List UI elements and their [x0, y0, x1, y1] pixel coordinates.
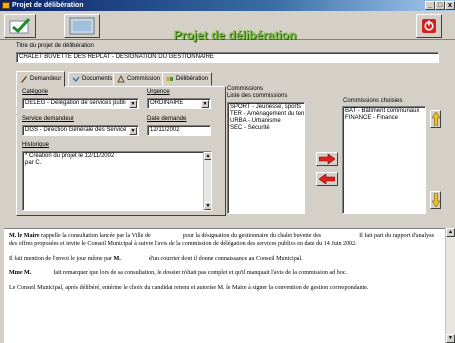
urgence-label: Urgence — [147, 89, 170, 95]
list-item[interactable]: TER - Aménagement du territoi — [230, 111, 304, 118]
commissions-chosen-list[interactable]: BAT - Bâtiment communaux FINANCE - Finan… — [342, 106, 426, 214]
categorie-select[interactable]: DELEG - Délégation de services publi ▼ — [22, 98, 139, 109]
list-item[interactable]: FINANCE - Finance — [345, 115, 423, 122]
deliberation-text[interactable]: M. le Maire rappelle la consultation lan… — [4, 228, 455, 343]
window-title: Projet de délibération — [12, 2, 84, 9]
preview-button[interactable] — [64, 14, 100, 38]
service-select[interactable]: DGS - Direction Générale des Service ▼ — [22, 125, 139, 136]
commissions-group-label: Commissions — [227, 86, 264, 92]
arrow-left-icon — [319, 174, 335, 184]
paragraph: Le Conseil Municipal, après délibéré, en… — [9, 284, 369, 291]
document-scrollbar[interactable]: ▲ ▼ — [445, 228, 455, 343]
historique-line: par C. — [25, 160, 42, 166]
pen-icon — [21, 76, 27, 83]
urgence-select[interactable]: ORDINAIRE ▼ — [147, 98, 211, 109]
add-commission-button[interactable] — [316, 152, 338, 166]
remove-commission-button[interactable] — [316, 172, 338, 186]
toolbar: Projet de délibération — [0, 11, 455, 42]
list-item[interactable]: SPORT - Jeunesse, sports — [230, 104, 302, 111]
app-icon — [2, 2, 10, 9]
list-item[interactable]: SEC - Sécurité — [230, 125, 302, 132]
service-label: Service demandeur — [22, 116, 75, 122]
arrow-up-icon — [431, 112, 440, 126]
tab-demandeur[interactable]: Demandeur — [16, 71, 66, 87]
screen-icon — [69, 17, 95, 35]
commission-icon — [117, 75, 125, 83]
historique-scrollbar[interactable]: ▲ ▼ — [203, 152, 211, 210]
checkmark-icon — [9, 18, 31, 34]
move-up-button[interactable] — [430, 110, 441, 128]
tab-commission[interactable]: Commission — [113, 72, 165, 86]
chevron-down-icon[interactable]: ▼ — [129, 100, 137, 108]
chevron-down-icon[interactable]: ▼ — [201, 100, 209, 108]
scroll-up-icon[interactable]: ▲ — [204, 152, 211, 160]
page-heading: Projet de délibération — [173, 28, 297, 42]
date-label: Date demande — [147, 116, 187, 122]
paragraph: M. le Maire rappelle la consultation lan… — [9, 233, 435, 248]
minimize-button[interactable]: _ — [425, 1, 435, 10]
commissions-list-label: Liste des commissions — [227, 93, 288, 99]
historique-line: * Création du projet le 12/11/2002 — [25, 153, 115, 159]
date-input[interactable]: 12/11/2002 — [147, 125, 211, 136]
scroll-down-icon[interactable]: ▼ — [446, 334, 455, 343]
exit-icon — [422, 19, 436, 33]
scroll-up-icon[interactable]: ▲ — [446, 228, 455, 237]
documents-icon — [72, 76, 80, 82]
categorie-label: Catégorie — [22, 89, 49, 95]
deliberation-icon — [166, 77, 173, 81]
chevron-down-icon[interactable]: ▼ — [129, 127, 137, 135]
tab-deliberation[interactable]: Délibération — [162, 72, 213, 86]
historique-textarea[interactable]: * Création du projet le 12/11/2002 par C… — [22, 151, 212, 211]
paragraph: Mme M. fait remarquer que lors de sa cons… — [9, 270, 348, 277]
historique-label: Historique — [22, 142, 50, 148]
scroll-down-icon[interactable]: ▼ — [204, 202, 211, 210]
validate-button[interactable] — [4, 14, 36, 38]
window-title-bar[interactable]: Projet de délibération _ □ x — [0, 0, 455, 11]
paragraph: Il fait mention de l'envoi le jour même … — [9, 255, 303, 262]
title-label: Titre du projet de délibération — [16, 43, 94, 49]
tab-documents[interactable]: Documents — [68, 72, 117, 86]
close-window-button[interactable]: x — [445, 1, 455, 10]
list-item[interactable]: BAT - Bâtiment communaux — [345, 108, 423, 115]
title-input[interactable]: CHALET BUVETTE DES REPLAT - DESIGNATION … — [16, 52, 439, 63]
exit-button[interactable] — [416, 14, 442, 38]
commissions-chosen-label: Commissions choisies — [343, 98, 403, 104]
arrow-right-icon — [319, 154, 335, 164]
list-item[interactable]: URBA - Urbanisme — [230, 118, 302, 125]
maximize-button[interactable]: □ — [435, 1, 445, 10]
arrow-down-icon — [431, 193, 440, 207]
commissions-list[interactable]: SPORT - Jeunesse, sports TER - Aménageme… — [227, 102, 305, 214]
move-down-button[interactable] — [430, 191, 441, 209]
